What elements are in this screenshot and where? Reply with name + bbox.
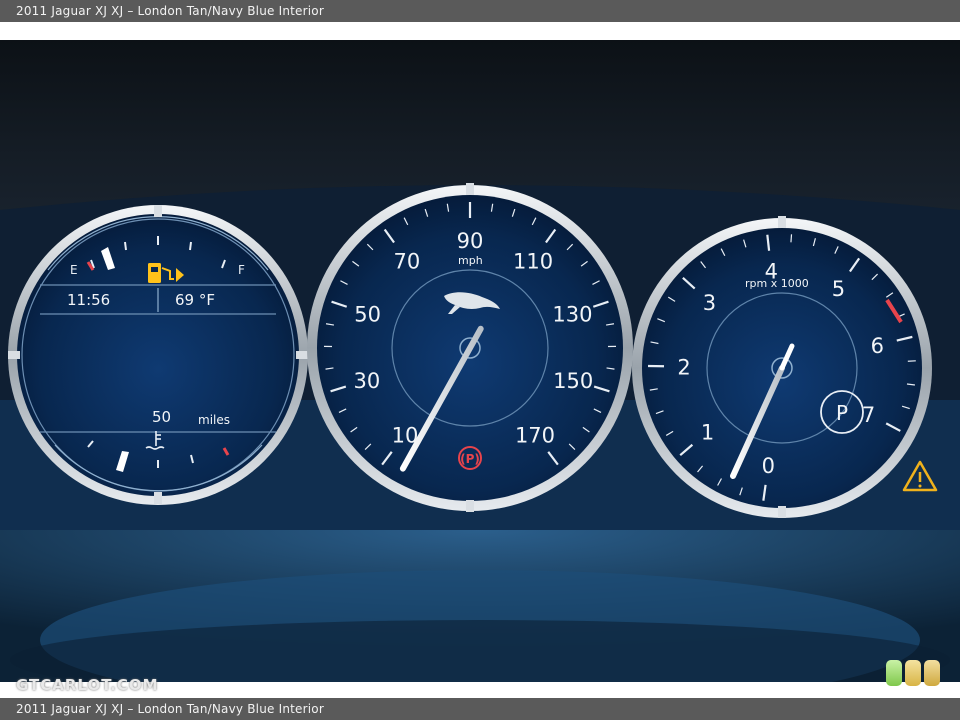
speed-label: 150: [553, 369, 593, 393]
badge-yellow-2: [924, 660, 940, 686]
tach-minor-tick: [790, 234, 793, 243]
fuel-empty-label: E: [70, 263, 78, 277]
fuel-full-label: F: [238, 263, 245, 277]
speed-label: 50: [354, 303, 381, 327]
caption-bar-bottom: 2011 Jaguar XJ XJ – London Tan/Navy Blue…: [0, 698, 960, 720]
badge-yellow: [905, 660, 921, 686]
rpm-label: 0: [762, 454, 775, 478]
rpm-label: 5: [832, 277, 845, 301]
instrument-cluster: E F 11:56 69 °F 50 miles 103050709011013…: [0, 183, 960, 682]
speedometer: 1030507090110130150170 mph (P): [307, 183, 633, 512]
site-watermark: GTCARLOT.COM: [16, 676, 159, 694]
clock-time: 11:56: [67, 291, 110, 309]
rpm-label: 7: [862, 403, 875, 427]
brake-label: (P): [460, 452, 480, 466]
range-value: 50: [152, 408, 171, 426]
tachometer: 01234567 rpm x 1000 P: [632, 216, 932, 518]
rating-badges: [886, 660, 940, 686]
speed-label: 130: [552, 303, 592, 327]
speed-label: 70: [394, 249, 421, 273]
speed-unit: mph: [458, 254, 483, 267]
rpm-unit: rpm x 1000: [745, 277, 809, 290]
speed-label: 30: [353, 369, 380, 393]
outside-temperature: 69 °F: [175, 291, 215, 309]
speed-label: 110: [513, 249, 553, 273]
speed-label: 170: [515, 423, 555, 447]
caption-bar-top: 2011 Jaguar XJ XJ – London Tan/Navy Blue…: [0, 0, 960, 22]
range-unit: miles: [198, 413, 230, 427]
info-gauge: E F 11:56 69 °F 50 miles: [8, 205, 308, 505]
badge-green: [886, 660, 902, 686]
rpm-label: 2: [677, 356, 690, 380]
dashboard-photo: E F 11:56 69 °F 50 miles 10 30 50 70 90 …: [0, 40, 960, 682]
gear-indicator: P: [836, 401, 848, 425]
speed-label: 90: [457, 229, 484, 253]
rpm-label: 3: [703, 291, 716, 315]
rpm-label: 1: [701, 421, 714, 445]
rpm-label: 6: [871, 334, 884, 358]
